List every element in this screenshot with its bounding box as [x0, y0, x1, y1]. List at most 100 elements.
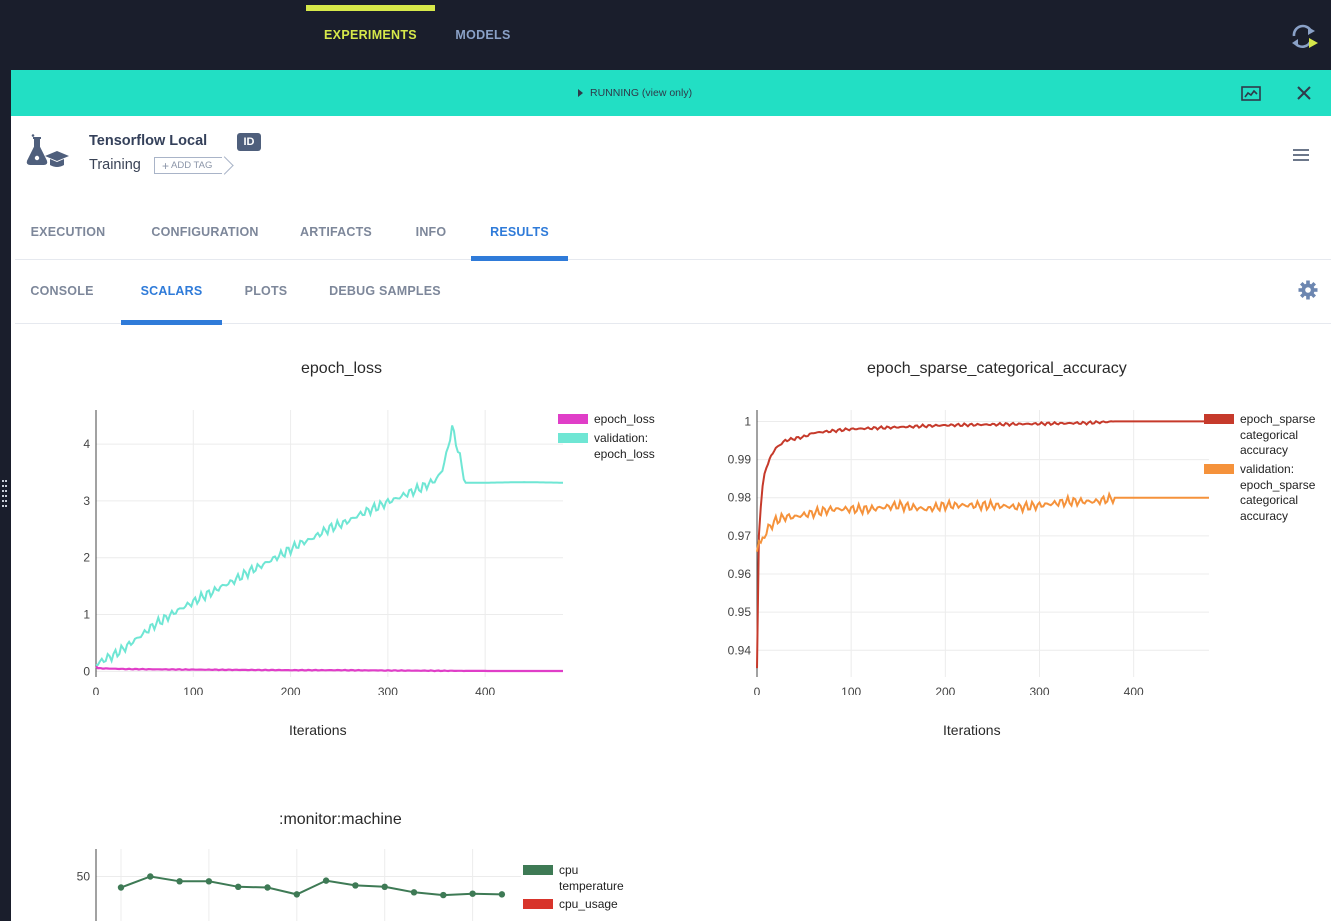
series-point — [264, 884, 271, 891]
series-point — [147, 873, 154, 880]
y-tick-label: 0 — [83, 664, 90, 678]
legend-swatch — [1204, 464, 1234, 474]
y-tick-label: 0.97 — [728, 529, 752, 543]
series-point — [322, 877, 330, 884]
chart-epoch-loss[interactable]: 0 100 200 300 400 0 1 2 3 4 — [51, 395, 571, 695]
x-tick-label: 200 — [281, 685, 301, 695]
tab-artifacts[interactable]: ARTIFACTS — [294, 204, 378, 259]
play-icon — [578, 89, 583, 97]
compare-chart-icon[interactable] — [1240, 82, 1262, 104]
series-point — [410, 889, 418, 896]
nav-models-label: MODELS — [455, 28, 511, 42]
series-point — [381, 883, 388, 891]
tab-scalars[interactable]: SCALARS — [121, 259, 222, 325]
chart1-xlabel: Iterations — [289, 722, 347, 738]
nav-models[interactable]: MODELS — [444, 0, 522, 70]
add-tag-label: ADD TAG — [171, 160, 213, 171]
tab-info-label: INFO — [415, 224, 447, 239]
series-point — [205, 878, 213, 885]
x-tick-label: 0 — [93, 685, 100, 695]
nav-experiments[interactable]: EXPERIMENTS — [306, 0, 435, 70]
tab-results[interactable]: RESULTS — [471, 204, 568, 261]
tab-console[interactable]: CONSOLE — [15, 259, 109, 323]
refresh-icon[interactable] — [1290, 24, 1318, 50]
tab-debug-samples-label: DEBUG SAMPLES — [329, 284, 441, 298]
y-tick-label: 0.99 — [728, 453, 752, 467]
status-mode: (view only) — [641, 87, 693, 99]
status-text: RUNNING (view only) — [578, 70, 692, 116]
x-tick-label: 300 — [1029, 685, 1049, 695]
y-tick-label: 3 — [83, 494, 90, 508]
nav-active-indicator — [306, 5, 435, 11]
settings-gear-icon[interactable] — [1298, 280, 1318, 300]
add-tag-button[interactable]: + ADD TAG — [154, 157, 222, 174]
y-tick-label: 50 — [77, 870, 91, 884]
experiment-title: Tensorflow Local — [89, 133, 208, 149]
chart-epoch-sparse-categorical-accuracy[interactable]: 0 100 200 300 400 0.94 0.95 0.96 0.97 0.98 0.99 1 — [706, 395, 1216, 695]
x-tick-label: 0 — [754, 685, 761, 695]
legend-label: cpu temperature — [559, 863, 624, 893]
series-point — [498, 891, 506, 898]
series-point — [352, 882, 359, 889]
y-tick-label: 2 — [83, 551, 90, 565]
x-tick-label: 400 — [475, 685, 495, 695]
close-icon[interactable] — [1293, 82, 1315, 104]
y-tick-label: 0.96 — [728, 567, 752, 581]
y-tick-label: 1 — [83, 608, 90, 622]
status-bar: RUNNING (view only) — [11, 70, 1331, 116]
hamburger-menu-icon[interactable] — [1293, 148, 1309, 162]
series-point — [293, 891, 300, 898]
series-point — [235, 883, 242, 891]
top-bar: EXPERIMENTS MODELS — [0, 0, 1331, 70]
training-experiment-icon — [26, 134, 69, 167]
x-tick-label: 100 — [841, 685, 861, 695]
series-point — [176, 878, 183, 885]
plus-icon: + — [162, 158, 170, 173]
series-point — [469, 890, 476, 897]
legend-label: epoch_sparse categorical accuracy — [1240, 412, 1316, 457]
tab-artifacts-label: ARTIFACTS — [300, 224, 372, 239]
panel-resize-handle[interactable] — [2, 480, 8, 512]
legend-swatch — [558, 433, 588, 443]
results-subtabs: CONSOLE SCALARS PLOTS DEBUG SAMPLES — [15, 259, 1331, 325]
legend-swatch — [558, 414, 588, 424]
main-tabs: EXECUTION CONFIGURATION ARTIFACTS INFO R… — [15, 204, 1331, 261]
y-tick-label: 0.98 — [728, 491, 752, 505]
tab-console-label: CONSOLE — [30, 284, 94, 298]
y-tick-label: 0.95 — [728, 605, 752, 619]
series-line-1 — [95, 665, 563, 673]
tab-execution-label: EXECUTION — [30, 224, 106, 239]
series-line-2 — [95, 425, 563, 667]
series-line-2 — [756, 490, 1209, 552]
y-tick-label: 0.94 — [728, 643, 752, 657]
chart3-title: :monitor:machine — [279, 811, 402, 828]
tab-configuration-label: CONFIGURATION — [151, 224, 259, 239]
y-tick-label: 4 — [83, 437, 90, 451]
tab-plots-label: PLOTS — [244, 284, 288, 298]
experiment-type: Training — [89, 157, 141, 173]
tab-info[interactable]: INFO — [408, 204, 454, 259]
tab-execution[interactable]: EXECUTION — [15, 204, 121, 259]
tab-scalars-label: SCALARS — [140, 284, 203, 298]
x-tick-label: 400 — [1124, 685, 1144, 695]
tab-debug-samples[interactable]: DEBUG SAMPLES — [322, 259, 448, 323]
x-tick-label: 300 — [378, 685, 398, 695]
legend-swatch — [523, 899, 553, 909]
status-label: RUNNING — [590, 87, 639, 99]
experiment-panel: RUNNING (view only) Tensorflow Local ID … — [11, 70, 1331, 921]
legend-label: cpu_usage — [559, 897, 618, 911]
x-tick-label: 100 — [183, 685, 203, 695]
tab-plots[interactable]: PLOTS — [236, 259, 296, 323]
x-tick-label: 200 — [935, 685, 955, 695]
series-point — [117, 884, 125, 891]
id-badge[interactable]: ID — [237, 133, 261, 151]
chart-monitor-machine[interactable]: 4050 — [51, 845, 521, 921]
nav-experiments-label: EXPERIMENTS — [324, 28, 417, 42]
y-tick-label: 1 — [744, 414, 751, 428]
tab-results-label: RESULTS — [490, 224, 549, 239]
series-point — [440, 891, 447, 899]
legend-label: epoch_loss — [594, 412, 655, 426]
chart2-xlabel: Iterations — [943, 722, 1001, 738]
tab-configuration[interactable]: CONFIGURATION — [146, 204, 264, 259]
legend-label: validation: epoch_loss — [594, 431, 655, 461]
